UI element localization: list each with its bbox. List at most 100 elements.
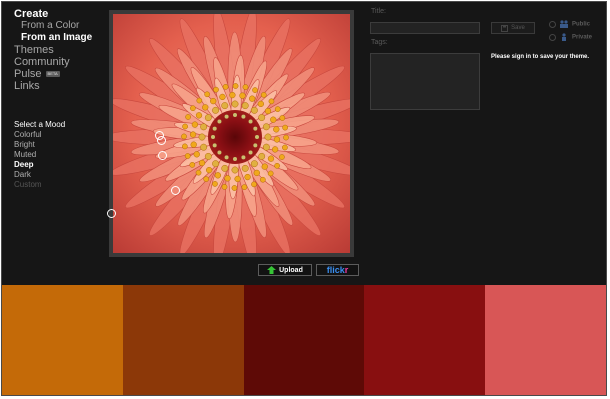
stamen	[258, 114, 266, 122]
stamen	[214, 172, 221, 179]
stamen	[219, 93, 226, 101]
stamen	[191, 121, 199, 128]
stamen	[268, 98, 275, 105]
mood-colorful[interactable]: Colorful	[14, 130, 65, 140]
nav-pulse[interactable]: Pulse BETA	[14, 68, 92, 80]
nav-from-color[interactable]: From a Color	[14, 20, 92, 32]
stamen	[182, 123, 188, 130]
stamen	[241, 184, 248, 190]
stamen	[204, 152, 212, 160]
swatch-2[interactable]	[122, 285, 244, 395]
mood-muted[interactable]: Muted	[14, 150, 65, 160]
center-floret	[248, 150, 253, 155]
swatch-5[interactable]	[485, 285, 606, 395]
nav-links[interactable]: Links	[14, 80, 92, 92]
stamen	[181, 133, 187, 140]
stamen	[200, 143, 208, 151]
stamen	[210, 97, 217, 105]
mood-bright[interactable]: Bright	[14, 140, 65, 150]
stamen	[271, 146, 279, 153]
save-icon	[501, 24, 509, 32]
stamen	[274, 162, 280, 169]
mood-deep[interactable]: Deep	[14, 160, 65, 170]
stamen	[283, 134, 289, 141]
stamen	[189, 162, 196, 168]
stamen	[244, 173, 251, 181]
stamen	[282, 124, 288, 131]
stamen	[270, 116, 277, 123]
stamen	[279, 154, 285, 160]
swatch-4[interactable]	[364, 285, 486, 395]
center-floret	[241, 114, 246, 119]
swatch-3[interactable]	[243, 285, 365, 395]
stamen	[202, 104, 209, 111]
swatch-1[interactable]	[2, 285, 123, 395]
stamen	[190, 105, 196, 112]
stamen	[204, 91, 210, 98]
stamen	[184, 153, 191, 159]
color-picker-3[interactable]	[155, 131, 164, 140]
stamen	[190, 141, 197, 148]
center-floret	[248, 119, 253, 124]
upload-button[interactable]: Upload	[258, 264, 312, 276]
nav-pulse-label: Pulse	[14, 68, 42, 80]
stamen	[258, 152, 266, 160]
stamen	[241, 102, 249, 110]
center-floret	[233, 157, 237, 161]
mood-dark[interactable]: Dark	[14, 170, 65, 180]
stamen	[198, 133, 206, 141]
flickr-button[interactable]: flickr	[316, 264, 359, 276]
color-picker-2[interactable]	[158, 151, 167, 160]
stamen	[267, 170, 274, 177]
stamen	[195, 169, 202, 176]
nav-community[interactable]: Community	[14, 56, 92, 68]
stamen	[182, 143, 188, 150]
stamen	[273, 136, 281, 143]
stamen	[252, 87, 258, 93]
stamen	[193, 151, 200, 158]
stamen	[249, 95, 256, 102]
nav-create[interactable]: Create	[14, 8, 92, 20]
stamen	[253, 169, 260, 177]
title-input[interactable]	[370, 22, 480, 34]
stamen	[222, 84, 229, 90]
color-picker-4[interactable]	[171, 186, 180, 195]
center-floret	[253, 143, 258, 148]
flickr-logo-main: flick	[326, 265, 345, 275]
stamen	[221, 164, 229, 172]
stamen	[203, 176, 210, 182]
main-nav: Create From a Color From an Image Themes…	[14, 8, 92, 92]
flower-photo[interactable]	[113, 14, 350, 253]
stamen	[185, 114, 191, 120]
stamen	[267, 155, 275, 162]
center-floret	[233, 113, 237, 117]
mood-custom[interactable]: Custom	[14, 180, 65, 190]
private-option[interactable]: Private	[549, 33, 592, 41]
kuler-app-window: Create From a Color From an Image Themes…	[1, 1, 607, 396]
public-radio	[549, 20, 556, 28]
save-button[interactable]: Save	[491, 22, 535, 34]
beta-badge: BETA	[45, 71, 60, 78]
nav-from-image[interactable]: From an Image	[14, 32, 92, 44]
stamen	[273, 126, 280, 133]
stamen	[206, 166, 213, 174]
mood-selector: Select a Mood Colorful Bright Muted Deep…	[14, 120, 65, 190]
image-panel	[107, 10, 354, 257]
stamen	[231, 166, 239, 174]
nav-themes[interactable]: Themes	[14, 44, 92, 56]
stamen	[212, 160, 220, 168]
tags-input[interactable]	[370, 53, 480, 110]
stamen	[251, 181, 257, 188]
color-picker-5[interactable]	[107, 209, 116, 218]
center-floret	[212, 126, 217, 131]
stamen	[234, 175, 241, 183]
stamen	[195, 112, 203, 119]
stamen	[198, 159, 206, 167]
stamen	[200, 123, 208, 131]
public-option[interactable]: Public	[549, 20, 590, 28]
private-person-icon	[562, 33, 566, 41]
center-floret	[224, 155, 229, 160]
flickr-logo-r: r	[344, 265, 349, 275]
stamen	[261, 163, 268, 170]
stamen	[239, 92, 246, 99]
